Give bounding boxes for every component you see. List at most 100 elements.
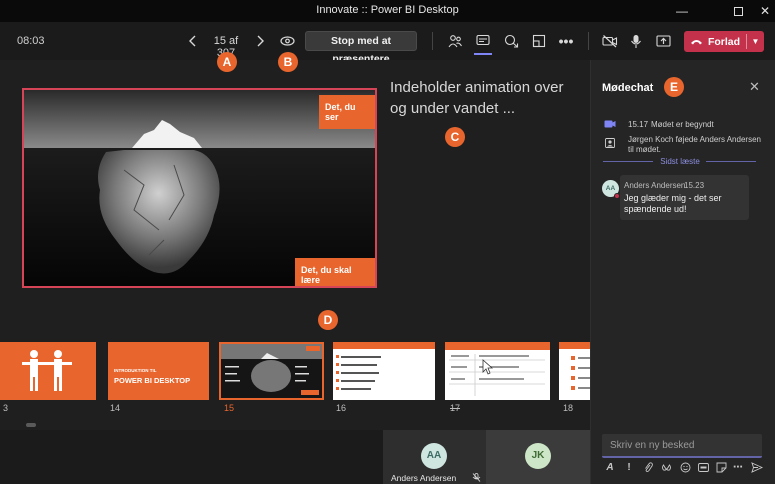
- chat-icon: [476, 34, 490, 46]
- leave-button[interactable]: Forlad ▼: [684, 31, 764, 52]
- previous-slide-button[interactable]: [182, 30, 202, 52]
- chat-active-indicator: [474, 53, 492, 55]
- reactions-icon: [504, 34, 518, 48]
- close-chat-button[interactable]: ✕: [749, 79, 760, 95]
- avatar: JK: [525, 443, 551, 469]
- people-illustration-icon: [22, 350, 72, 391]
- meeting-started-icon: [604, 120, 616, 128]
- participant-tile[interactable]: AA Anders Andersen: [383, 430, 486, 484]
- more-options-icon: ⋯: [733, 461, 743, 473]
- thumbnail-title: POWER BI DESKTOP: [114, 376, 191, 385]
- close-window-icon[interactable]: ✕: [748, 0, 775, 22]
- more-options-button[interactable]: ⋯: [731, 460, 745, 474]
- iceberg-thumbnail-icon: [221, 344, 322, 398]
- next-slide-button[interactable]: [251, 30, 271, 52]
- slide-thumbnail-current[interactable]: [219, 342, 324, 400]
- attach-button[interactable]: [641, 460, 655, 474]
- emoji-button[interactable]: [678, 460, 692, 474]
- slide-tag-bottom: Det, du skal lære: [295, 258, 375, 286]
- private-view-button[interactable]: [277, 30, 297, 52]
- format-button[interactable]: A: [603, 460, 617, 474]
- reactions-button[interactable]: [500, 30, 522, 52]
- slide-thumbnail[interactable]: INTRODUKTION TIL POWER BI DESKTOP: [108, 342, 209, 400]
- close-icon: ✕: [749, 79, 760, 94]
- loop-icon: [661, 463, 671, 471]
- title-bar: Innovate :: Power BI Desktop — ✕: [0, 0, 775, 22]
- more-actions-button[interactable]: •••: [555, 30, 577, 52]
- participant-name: Anders Andersen: [391, 473, 457, 483]
- slide-filmstrip: 3 INTRODUKTION TIL POWER BI DESKTOP 14 1…: [0, 342, 590, 417]
- slide-number-hidden: 17: [450, 403, 461, 413]
- participants-icon: [448, 35, 462, 48]
- chat-message[interactable]: Anders Andersen 15.23 Jeg glæder mig - d…: [620, 175, 749, 220]
- window-title: Innovate :: Power BI Desktop: [316, 4, 459, 16]
- slide-thumbnail[interactable]: [445, 342, 550, 400]
- slide-thumbnail-partial-icon: [559, 342, 590, 390]
- rooms-icon: [532, 34, 546, 48]
- message-text: Jeg glæder mig - det ser spændende ud!: [624, 193, 722, 214]
- list-slide-thumbnail-icon: [333, 342, 435, 390]
- camera-toggle-button[interactable]: [599, 30, 621, 52]
- important-button[interactable]: !: [622, 460, 636, 474]
- callout-badge-a: A: [217, 52, 237, 72]
- gif-button[interactable]: [696, 460, 710, 474]
- send-button[interactable]: [750, 460, 764, 474]
- loop-button[interactable]: [659, 460, 673, 474]
- stop-presenting-button[interactable]: Stop med at præsentere: [305, 31, 417, 65]
- leave-main[interactable]: Forlad: [684, 31, 746, 52]
- slide-thumbnail[interactable]: [333, 342, 435, 400]
- gif-icon: [697, 462, 709, 472]
- last-read-line: [706, 161, 756, 162]
- phone-icon: [690, 40, 702, 45]
- toolbar-divider: [588, 32, 589, 50]
- compose-box[interactable]: [602, 434, 762, 458]
- filmstrip-scrollbar[interactable]: [26, 423, 36, 427]
- slide-number: 3: [3, 403, 9, 413]
- format-icon: A: [606, 461, 614, 473]
- message-time: 15.23: [684, 181, 705, 190]
- thumbnail-subtitle: INTRODUKTION TIL: [114, 368, 157, 373]
- participants-button[interactable]: [444, 30, 466, 52]
- callout-badge-d: D: [318, 310, 338, 330]
- sticker-icon: [716, 462, 726, 472]
- sticker-button[interactable]: [714, 460, 728, 474]
- meeting-clock: 08:03: [17, 35, 45, 47]
- minimize-icon[interactable]: —: [665, 0, 699, 22]
- mic-icon: [631, 34, 641, 48]
- mic-toggle-button[interactable]: [625, 30, 647, 52]
- message-author: Anders Andersen: [624, 181, 686, 190]
- slide-thumbnail[interactable]: [559, 342, 590, 400]
- toolbar-divider: [432, 32, 433, 50]
- eye-icon: [279, 36, 295, 46]
- leave-options-button[interactable]: ▼: [747, 31, 764, 52]
- system-message-added: Jørgen Koch føjede Anders Andersen til m…: [628, 135, 761, 154]
- meeting-toolbar: 08:03 15 af 307 Stop med at præsentere •…: [0, 22, 775, 65]
- callout-badge-c: C: [445, 127, 465, 147]
- attach-icon: [645, 461, 653, 472]
- current-slide: Det, du ser Det, du skal lære: [22, 88, 377, 288]
- chat-button[interactable]: [472, 30, 494, 52]
- camera-off-icon: [602, 35, 618, 48]
- send-icon: [751, 461, 763, 473]
- meeting-chat-panel: Mødechat E ✕ 15.17 Mødet er begyndt Jørg…: [590, 60, 775, 484]
- system-message-time: 15.17: [628, 120, 649, 129]
- callout-badge-b: B: [278, 52, 298, 72]
- participant-tile[interactable]: JK: [486, 430, 590, 484]
- chevron-right-icon: [257, 35, 264, 47]
- slide-number: 14: [110, 403, 121, 413]
- slide-thumbnail[interactable]: [0, 342, 96, 400]
- breakout-rooms-button[interactable]: [528, 30, 550, 52]
- person-added-icon: [605, 138, 615, 148]
- slide-notes: Indeholder animation over og under vande…: [390, 79, 564, 117]
- chevron-left-icon: [189, 35, 196, 47]
- emoji-icon: [680, 462, 690, 472]
- share-content-button[interactable]: [652, 30, 674, 52]
- slide-number: 18: [563, 403, 574, 413]
- table-slide-thumbnail-icon: [445, 342, 550, 396]
- leave-label: Forlad: [707, 35, 741, 48]
- more-icon: •••: [558, 33, 574, 49]
- slide-number-current: 15: [224, 403, 235, 413]
- share-icon: [655, 35, 671, 47]
- slide-tag-top: Det, du ser: [319, 95, 375, 129]
- compose-input[interactable]: [602, 434, 762, 456]
